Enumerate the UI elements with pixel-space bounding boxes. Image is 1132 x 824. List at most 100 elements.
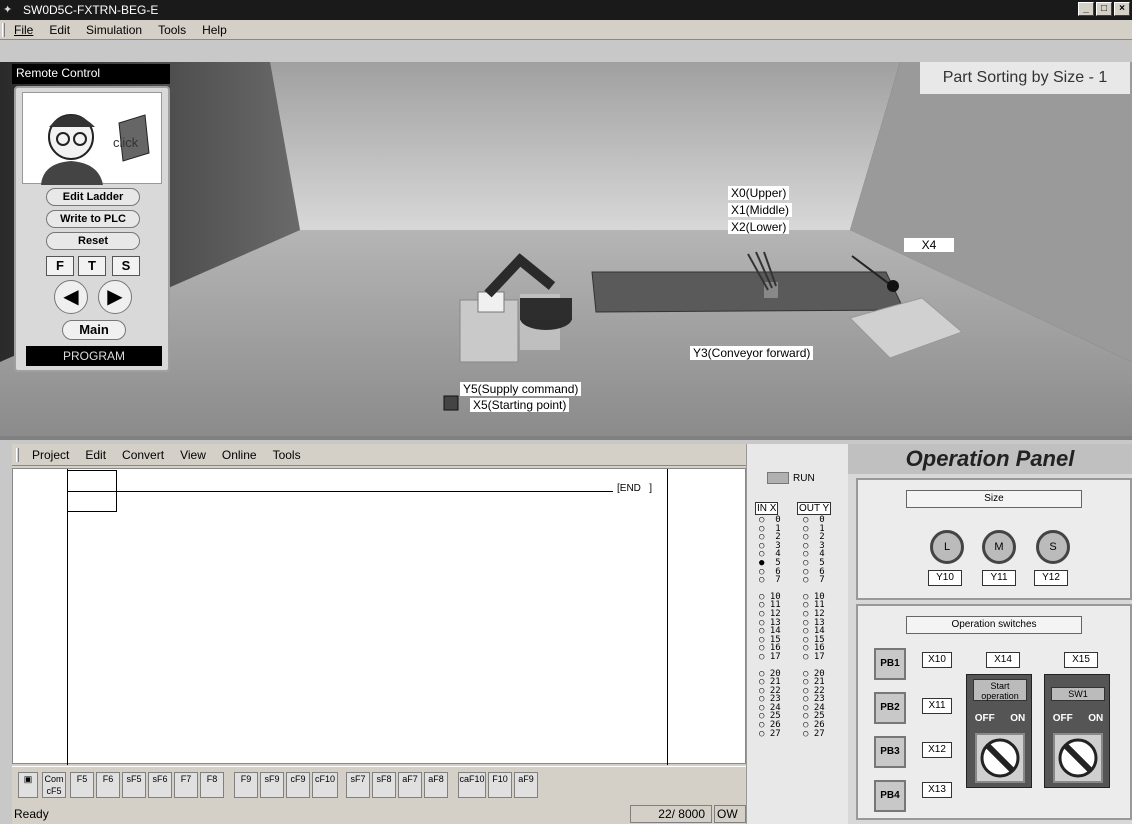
- start-selector-knob-icon[interactable]: [975, 733, 1025, 783]
- toolbar-btn-f6[interactable]: F6: [96, 772, 120, 798]
- input-list: ○ 0 ○ 1 ○ 2 ○ 3 ○ 4 ● 5 ○ 6 ○ 7 ○ 10 ○ 11 ○ 12 ○ 13…: [759, 516, 781, 738]
- output-y10: Y10: [928, 570, 962, 586]
- ladder-menu-project[interactable]: Project: [32, 448, 69, 462]
- window-controls: _ □ ×: [1078, 2, 1130, 16]
- close-button[interactable]: ×: [1114, 2, 1130, 16]
- menu-help[interactable]: Help: [202, 23, 227, 37]
- toolbar-btn-f5[interactable]: F5: [70, 772, 94, 798]
- input-x-7: ○ 7: [759, 575, 781, 586]
- start-operation-label: Start operation: [973, 679, 1027, 701]
- input-x14: X14: [986, 652, 1020, 668]
- toolbar-btn-cf9[interactable]: cF9: [286, 772, 310, 798]
- s-button[interactable]: S: [112, 256, 140, 276]
- minimize-button[interactable]: _: [1078, 2, 1094, 16]
- output-y12: Y12: [1034, 570, 1068, 586]
- ladder-menubar: Project Edit Convert View Online Tools: [12, 444, 746, 466]
- ladder-menu-convert[interactable]: Convert: [122, 448, 164, 462]
- reset-button[interactable]: Reset: [46, 232, 140, 250]
- sw1-selector-knob-icon[interactable]: [1053, 733, 1103, 783]
- input-x13: X13: [922, 782, 952, 798]
- input-x12: X12: [922, 742, 952, 758]
- status-ready: Ready: [14, 807, 49, 821]
- sw1-on-label: ON: [1088, 713, 1104, 724]
- toolbar-btn-af8[interactable]: aF8: [424, 772, 448, 798]
- main-button[interactable]: Main: [62, 320, 126, 340]
- right-power-rail: [667, 469, 668, 765]
- toolbar-btn-f9[interactable]: F9: [234, 772, 258, 798]
- avatar-instructor[interactable]: click: [22, 92, 162, 185]
- status-mode: OW: [714, 805, 746, 823]
- output-y-17: ○ 17: [803, 651, 825, 662]
- output-y-27: ○ 27: [803, 728, 825, 739]
- pushbutton-pb4[interactable]: PB4: [874, 780, 906, 812]
- ladder-rung-line: [67, 491, 613, 492]
- toolbar-btn-sf5[interactable]: sF5: [122, 772, 146, 798]
- ladder-canvas[interactable]: [END ]: [12, 468, 746, 765]
- menubar-grip: [2, 23, 5, 37]
- pushbutton-pb2[interactable]: PB2: [874, 692, 906, 724]
- status-bar: Ready 22/ 8000 OW: [12, 804, 746, 824]
- toolbar-btn-f7[interactable]: F7: [174, 772, 198, 798]
- toolbar-btn-f10[interactable]: F10: [488, 772, 512, 798]
- lamp-l: L: [930, 530, 964, 564]
- ladder-menubar-grip: [16, 448, 19, 462]
- toolbar-btn-comment[interactable]: Com cF5: [42, 772, 66, 798]
- left-power-rail: [67, 469, 68, 765]
- toolbar-btn-cf10[interactable]: cF10: [312, 772, 338, 798]
- input-x11: X11: [922, 698, 952, 714]
- ladder-editor: Project Edit Convert View Online Tools […: [12, 444, 746, 824]
- menu-tools[interactable]: Tools: [158, 23, 186, 37]
- menu-simulation[interactable]: Simulation: [86, 23, 142, 37]
- toolbar-stop-icon[interactable]: ▣: [18, 772, 38, 798]
- remote-control-panel: click Edit Ladder Write to PLC Reset F T…: [14, 86, 170, 372]
- toolbar-btn-f8[interactable]: F8: [200, 772, 224, 798]
- edit-ladder-button[interactable]: Edit Ladder: [46, 188, 140, 206]
- ladder-cursor[interactable]: [67, 470, 117, 512]
- main-menubar: File Edit Simulation Tools Help: [0, 20, 1132, 40]
- back-arrow-icon[interactable]: ◀: [54, 280, 88, 314]
- maximize-button[interactable]: □: [1096, 2, 1112, 16]
- toolbar-btn-sf9[interactable]: sF9: [260, 772, 284, 798]
- menu-file[interactable]: File: [14, 23, 33, 37]
- menu-edit[interactable]: Edit: [49, 23, 70, 37]
- title-bar: ✦ SW0D5C-FXTRN-BEG-E _ □ ×: [0, 0, 1132, 20]
- status-steps: 22/ 8000: [630, 805, 712, 823]
- label-x1: X1(Middle): [728, 203, 793, 217]
- forward-arrow-icon[interactable]: ▶: [98, 280, 132, 314]
- start-off-label: OFF: [974, 713, 995, 724]
- lamp-s: S: [1036, 530, 1070, 564]
- pushbutton-pb1[interactable]: PB1: [874, 648, 906, 680]
- plc-mode-indicator: PROGRAM: [26, 346, 162, 366]
- ladder-menu-edit[interactable]: Edit: [85, 448, 106, 462]
- ladder-menu-tools[interactable]: Tools: [273, 448, 301, 462]
- size-label: Size: [906, 490, 1082, 508]
- write-to-plc-button[interactable]: Write to PLC: [46, 210, 140, 228]
- pushbutton-pb3[interactable]: PB3: [874, 736, 906, 768]
- toolbar-btn-sf7[interactable]: sF7: [346, 772, 370, 798]
- start-operation-switch[interactable]: Start operation OFF ON: [966, 674, 1032, 788]
- run-label: RUN: [793, 472, 815, 484]
- ladder-menu-online[interactable]: Online: [222, 448, 257, 462]
- toolbar-btn-sf6[interactable]: sF6: [148, 772, 172, 798]
- size-section: Size L M S Y10 Y11 Y12: [856, 478, 1132, 600]
- sw1-switch-positions: OFF ON: [1045, 713, 1111, 724]
- toolbar-btn-af7[interactable]: aF7: [398, 772, 422, 798]
- operation-panel-title: Operation Panel: [848, 444, 1132, 474]
- label-x0: X0(Upper): [728, 186, 790, 200]
- f-button[interactable]: F: [46, 256, 74, 276]
- run-lamp: [767, 472, 789, 484]
- scene-title: Part Sorting by Size - 1: [920, 62, 1130, 94]
- ladder-menu-view[interactable]: View: [180, 448, 206, 462]
- ladder-toolbar: ▣ Com cF5 F5 F6 sF5 sF6 F7 F8 F9 sF9 cF9…: [12, 766, 746, 802]
- output-y-7: ○ 7: [803, 575, 825, 586]
- t-button[interactable]: T: [78, 256, 106, 276]
- toolbar-btn-af9[interactable]: aF9: [514, 772, 538, 798]
- run-indicator: RUN: [767, 472, 815, 484]
- end-instruction: [END ]: [617, 483, 653, 494]
- start-switch-positions: OFF ON: [967, 713, 1033, 724]
- sw1-off-label: OFF: [1052, 713, 1073, 724]
- toolbar-btn-caf10[interactable]: caF10: [458, 772, 486, 798]
- input-x-17: ○ 17: [759, 651, 781, 662]
- toolbar-btn-sf8[interactable]: sF8: [372, 772, 396, 798]
- sw1-switch[interactable]: SW1 OFF ON: [1044, 674, 1110, 788]
